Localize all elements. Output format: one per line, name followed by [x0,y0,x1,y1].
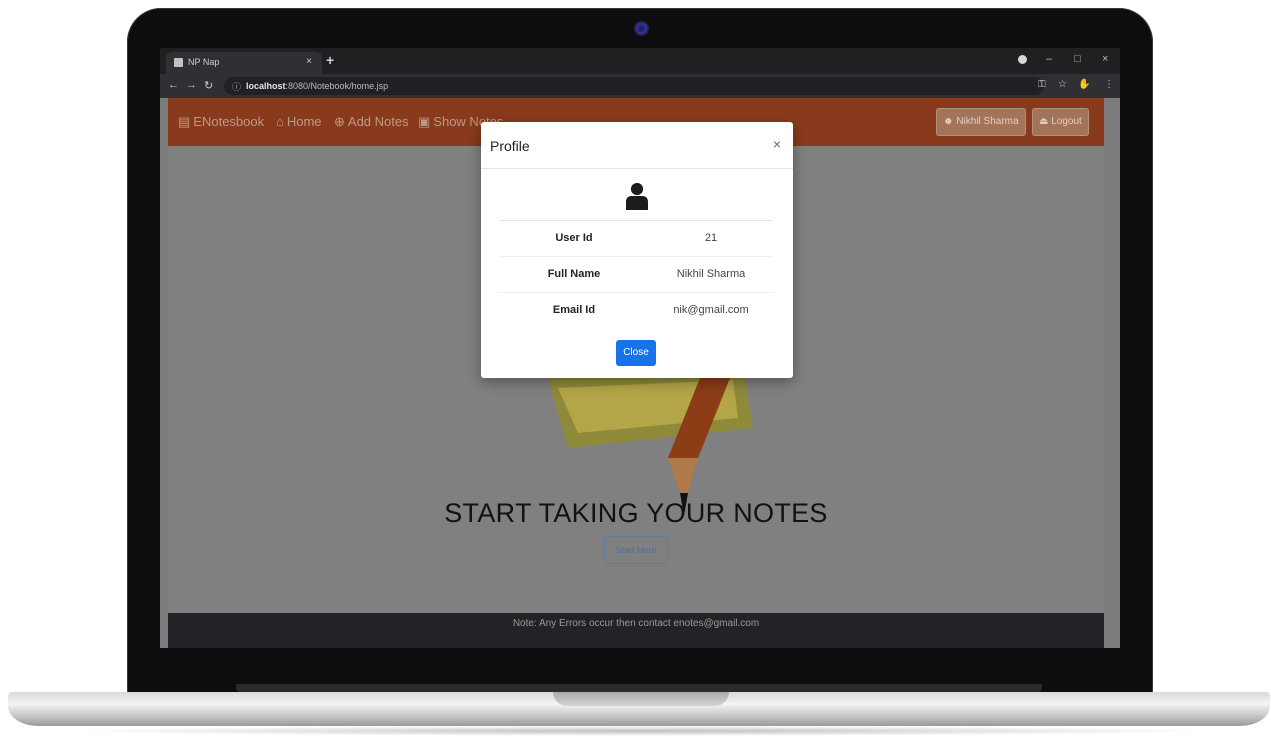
user-circle-icon: ☻ [943,116,957,127]
favicon-icon [174,58,183,67]
modal-title: Profile [490,138,530,154]
modal-close-button[interactable]: Close [616,340,656,366]
webcam-icon [636,23,647,34]
kebab-menu-icon[interactable]: ⋮ [1104,79,1114,90]
back-arrow-icon[interactable]: ← [168,79,179,91]
url-text: localhost:8080/Notebook/home.jsp [246,81,388,91]
url-input[interactable]: ⓘ localhost:8080/Notebook/home.jsp [224,77,1044,95]
window-close-button[interactable]: × [1102,53,1108,65]
forward-arrow-icon[interactable]: → [186,79,197,91]
pencil-tip-wood [668,458,698,493]
logout-icon: ⏏ [1039,116,1052,127]
maximize-button[interactable]: □ [1074,53,1081,65]
star-icon[interactable]: ☆ [1058,79,1067,90]
url-path: :8080/Notebook/home.jsp [285,81,389,91]
notes-icon: ▣ [418,114,431,129]
minimize-button[interactable]: – [1046,53,1052,65]
avatar-divider [499,220,773,221]
notebook-icon: ▤ [178,114,191,129]
laptop-shadow [60,726,1220,736]
full-name-label: Full Name [547,268,601,280]
hero-title: START TAKING YOUR NOTES [444,498,828,528]
user-id-value: 21 [704,232,718,244]
user-avatar-icon [626,183,648,210]
laptop-base-notch [553,692,729,706]
url-host: localhost [246,81,286,91]
brand-link[interactable]: ▤ ENotesbook [178,114,264,130]
nav-home[interactable]: ⌂ Home [276,114,322,129]
new-tab-button[interactable]: + [326,52,334,68]
nav-add-notes[interactable]: ⊕ Add Notes [334,114,409,130]
full-name-value: Nikhil Sharma [676,268,746,280]
plus-circle-icon: ⊕ [334,114,345,129]
user-name-label: Nikhil Sharma [956,116,1019,127]
key-icon[interactable]: ⚿ [1038,79,1046,90]
modal-close-icon[interactable]: × [773,136,781,152]
user-id-label: User Id [555,232,593,244]
extension-icon[interactable]: ✋ [1078,79,1090,90]
browser-tab[interactable]: NP Nap × [166,52,322,74]
profile-row-user-id: User Id 21 [499,222,773,257]
logout-button[interactable]: ⏏ Logout [1032,108,1089,136]
browser-profile-icon[interactable] [1018,55,1027,64]
laptop-hinge [236,684,1042,692]
browser-tab-bar: NP Nap × + – □ × [160,48,1120,74]
start-here-button[interactable]: Start Here [604,536,668,564]
browser-address-bar: ← → ↻ ⓘ localhost:8080/Notebook/home.jsp… [160,74,1120,98]
email-id-label: Email Id [552,304,596,316]
page-footer: Note: Any Errors occur then contact enot… [168,613,1104,648]
tab-close-icon[interactable]: × [306,56,312,67]
profile-modal: Profile × User Id 21 Full Name Nikhil Sh… [481,122,793,378]
nav-home-label: Home [286,114,322,129]
tab-title: NP Nap [188,57,220,67]
email-id-value: nik@gmail.com [673,304,749,316]
reload-icon[interactable]: ↻ [204,79,213,92]
logout-label: Logout [1051,116,1082,127]
home-icon: ⌂ [276,114,284,129]
modal-header-divider [481,168,793,169]
info-icon[interactable]: ⓘ [232,80,241,93]
brand-label: ENotesbook [193,114,265,129]
nav-add-notes-label: Add Notes [347,114,409,129]
profile-row-email: Email Id nik@gmail.com [499,294,773,328]
user-profile-button[interactable]: ☻ Nikhil Sharma [936,108,1026,136]
profile-row-full-name: Full Name Nikhil Sharma [499,258,773,293]
